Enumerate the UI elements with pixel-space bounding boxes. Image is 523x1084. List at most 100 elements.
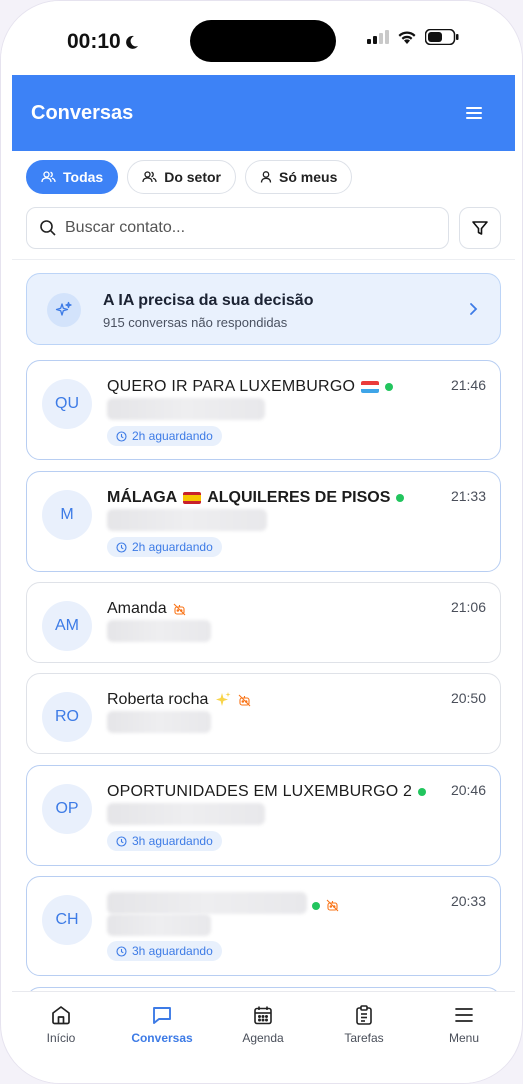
- clock-icon: [116, 945, 127, 957]
- conversation-name: OPORTUNIDADES EM LUXEMBURGO 2: [107, 783, 427, 801]
- signal-icon: [367, 30, 389, 44]
- contact-name: Roberta rocha: [107, 691, 209, 708]
- status-time: 00:10: [67, 30, 140, 54]
- online-indicator: [312, 901, 320, 910]
- conversation-time: 20:50: [450, 690, 486, 706]
- conversation-time: 20:33: [450, 893, 486, 909]
- waiting-text: 3h aguardando: [132, 834, 213, 848]
- conversation-card[interactable]: CH 20:33 3h aguardando: [26, 876, 501, 976]
- clock-icon: [116, 835, 127, 847]
- filter-chip-label: Todas: [63, 169, 104, 185]
- nav-label: Início: [46, 1031, 76, 1045]
- dynamic-island: [190, 20, 336, 62]
- search-input[interactable]: [65, 219, 425, 237]
- conversation-card[interactable]: RO Roberta rocha 20:50: [26, 673, 501, 754]
- conversation-card[interactable]: AM Amanda 21:06: [26, 582, 501, 663]
- online-indicator: [418, 788, 427, 796]
- conversation-card[interactable]: M MÁLAGA ALQUILERES DE PISOS 21:33 2h ag…: [26, 471, 501, 572]
- contact-name: Amanda: [107, 600, 167, 617]
- bot-off-icon: [326, 899, 339, 912]
- filter-button[interactable]: [459, 207, 501, 249]
- page-title: Conversas: [31, 102, 134, 124]
- avatar: QU: [42, 379, 92, 429]
- bot-off-icon: [173, 603, 185, 615]
- search-icon: [40, 220, 56, 236]
- conversation-time: 20:46: [450, 782, 486, 798]
- chevron-right-icon: [470, 303, 478, 315]
- blurred-message-preview: [107, 509, 267, 531]
- filter-funnel-icon: [472, 221, 488, 235]
- home-icon: [52, 1006, 70, 1025]
- nav-label: Conversas: [131, 1031, 193, 1045]
- sparkles-emoji-icon: [216, 692, 231, 706]
- hamburger-menu-icon[interactable]: [463, 103, 485, 123]
- conversation-time: 21:06: [450, 599, 486, 615]
- nav-item-conversations[interactable]: Conversas: [122, 1004, 202, 1045]
- clock-icon: [116, 541, 127, 553]
- filter-chip-label: Do setor: [164, 169, 221, 185]
- luxembourg-flag-icon: [361, 381, 380, 393]
- blurred-message-preview: [107, 914, 211, 936]
- ai-decision-banner[interactable]: A IA precisa da sua decisão 915 conversa…: [26, 273, 501, 345]
- conversation-time: 21:46: [450, 377, 486, 393]
- bot-off-icon: [239, 694, 251, 706]
- blurred-message-preview: [107, 803, 265, 825]
- clock-icon: [116, 430, 127, 442]
- conversation-card[interactable]: QU QUERO IR PARA LUXEMBURGO 21:46 2h agu…: [26, 360, 501, 460]
- search-box: [26, 207, 449, 249]
- users-icon: [41, 171, 56, 183]
- avatar: OP: [42, 784, 92, 834]
- sparkles-icon: [55, 301, 72, 316]
- avatar: CH: [42, 895, 92, 945]
- nav-item-menu[interactable]: Menu: [424, 1004, 504, 1045]
- contact-name-suffix: ALQUILERES DE PISOS: [207, 489, 391, 506]
- filter-chip-all[interactable]: Todas: [26, 160, 119, 194]
- online-indicator: [385, 383, 394, 391]
- nav-item-tasks[interactable]: Tarefas: [324, 1004, 404, 1045]
- filter-chip-mine[interactable]: Só meus: [245, 160, 353, 194]
- filter-chip-sector[interactable]: Do setor: [127, 160, 236, 194]
- ai-icon-container: [47, 293, 81, 327]
- waiting-badge: 3h aguardando: [107, 941, 222, 961]
- waiting-badge: 2h aguardando: [107, 426, 222, 446]
- blurred-message-preview: [107, 711, 211, 733]
- avatar: M: [42, 490, 92, 540]
- conversation-name: QUERO IR PARA LUXEMBURGO: [107, 378, 394, 396]
- conversation-name: MÁLAGA ALQUILERES DE PISOS: [107, 489, 405, 507]
- clock-text: 00:10: [67, 30, 121, 53]
- users-icon: [142, 171, 157, 183]
- nav-item-home[interactable]: Início: [21, 1004, 101, 1045]
- contact-name: MÁLAGA: [107, 489, 178, 506]
- moon-icon: [125, 35, 138, 49]
- status-icons: [367, 29, 459, 45]
- phone-screen: 00:10 Conversas Todas Do setor Só meus B…: [0, 0, 523, 1084]
- waiting-text: 3h aguardando: [132, 944, 213, 958]
- waiting-badge: 2h aguardando: [107, 537, 222, 557]
- wifi-icon: [398, 30, 416, 44]
- menu-icon: [455, 1008, 473, 1022]
- clipboard-icon: [356, 1005, 372, 1025]
- avatar: RO: [42, 692, 92, 742]
- nav-item-agenda[interactable]: Agenda: [223, 1004, 303, 1045]
- status-bar: 00:10: [1, 1, 522, 75]
- conversation-name: Roberta rocha: [107, 691, 251, 709]
- divider: [12, 259, 515, 260]
- contact-name: QUERO IR PARA LUXEMBURGO: [107, 378, 356, 395]
- conversation-time: 21:33: [450, 488, 486, 504]
- filter-chip-label: Só meus: [279, 169, 338, 185]
- online-indicator: [396, 494, 405, 502]
- waiting-text: 2h aguardando: [132, 540, 213, 554]
- filter-chips: Todas Do setor Só meus: [26, 160, 353, 194]
- ai-banner-subtitle: 915 conversas não respondidas: [103, 315, 288, 330]
- card-status-icons: [312, 899, 339, 912]
- nav-label: Menu: [448, 1031, 480, 1045]
- waiting-text: 2h aguardando: [132, 429, 213, 443]
- chat-icon: [153, 1007, 171, 1024]
- conversation-card[interactable]: OP OPORTUNIDADES EM LUXEMBURGO 2 20:46 3…: [26, 765, 501, 866]
- search-row: [26, 207, 501, 249]
- nav-label: Tarefas: [344, 1031, 384, 1045]
- bottom-navigation: Início Conversas Agenda Tarefas Menu: [12, 991, 515, 1083]
- blurred-contact-name: [107, 892, 307, 914]
- battery-icon: [425, 29, 459, 45]
- contact-name: OPORTUNIDADES EM LUXEMBURGO 2: [107, 783, 413, 800]
